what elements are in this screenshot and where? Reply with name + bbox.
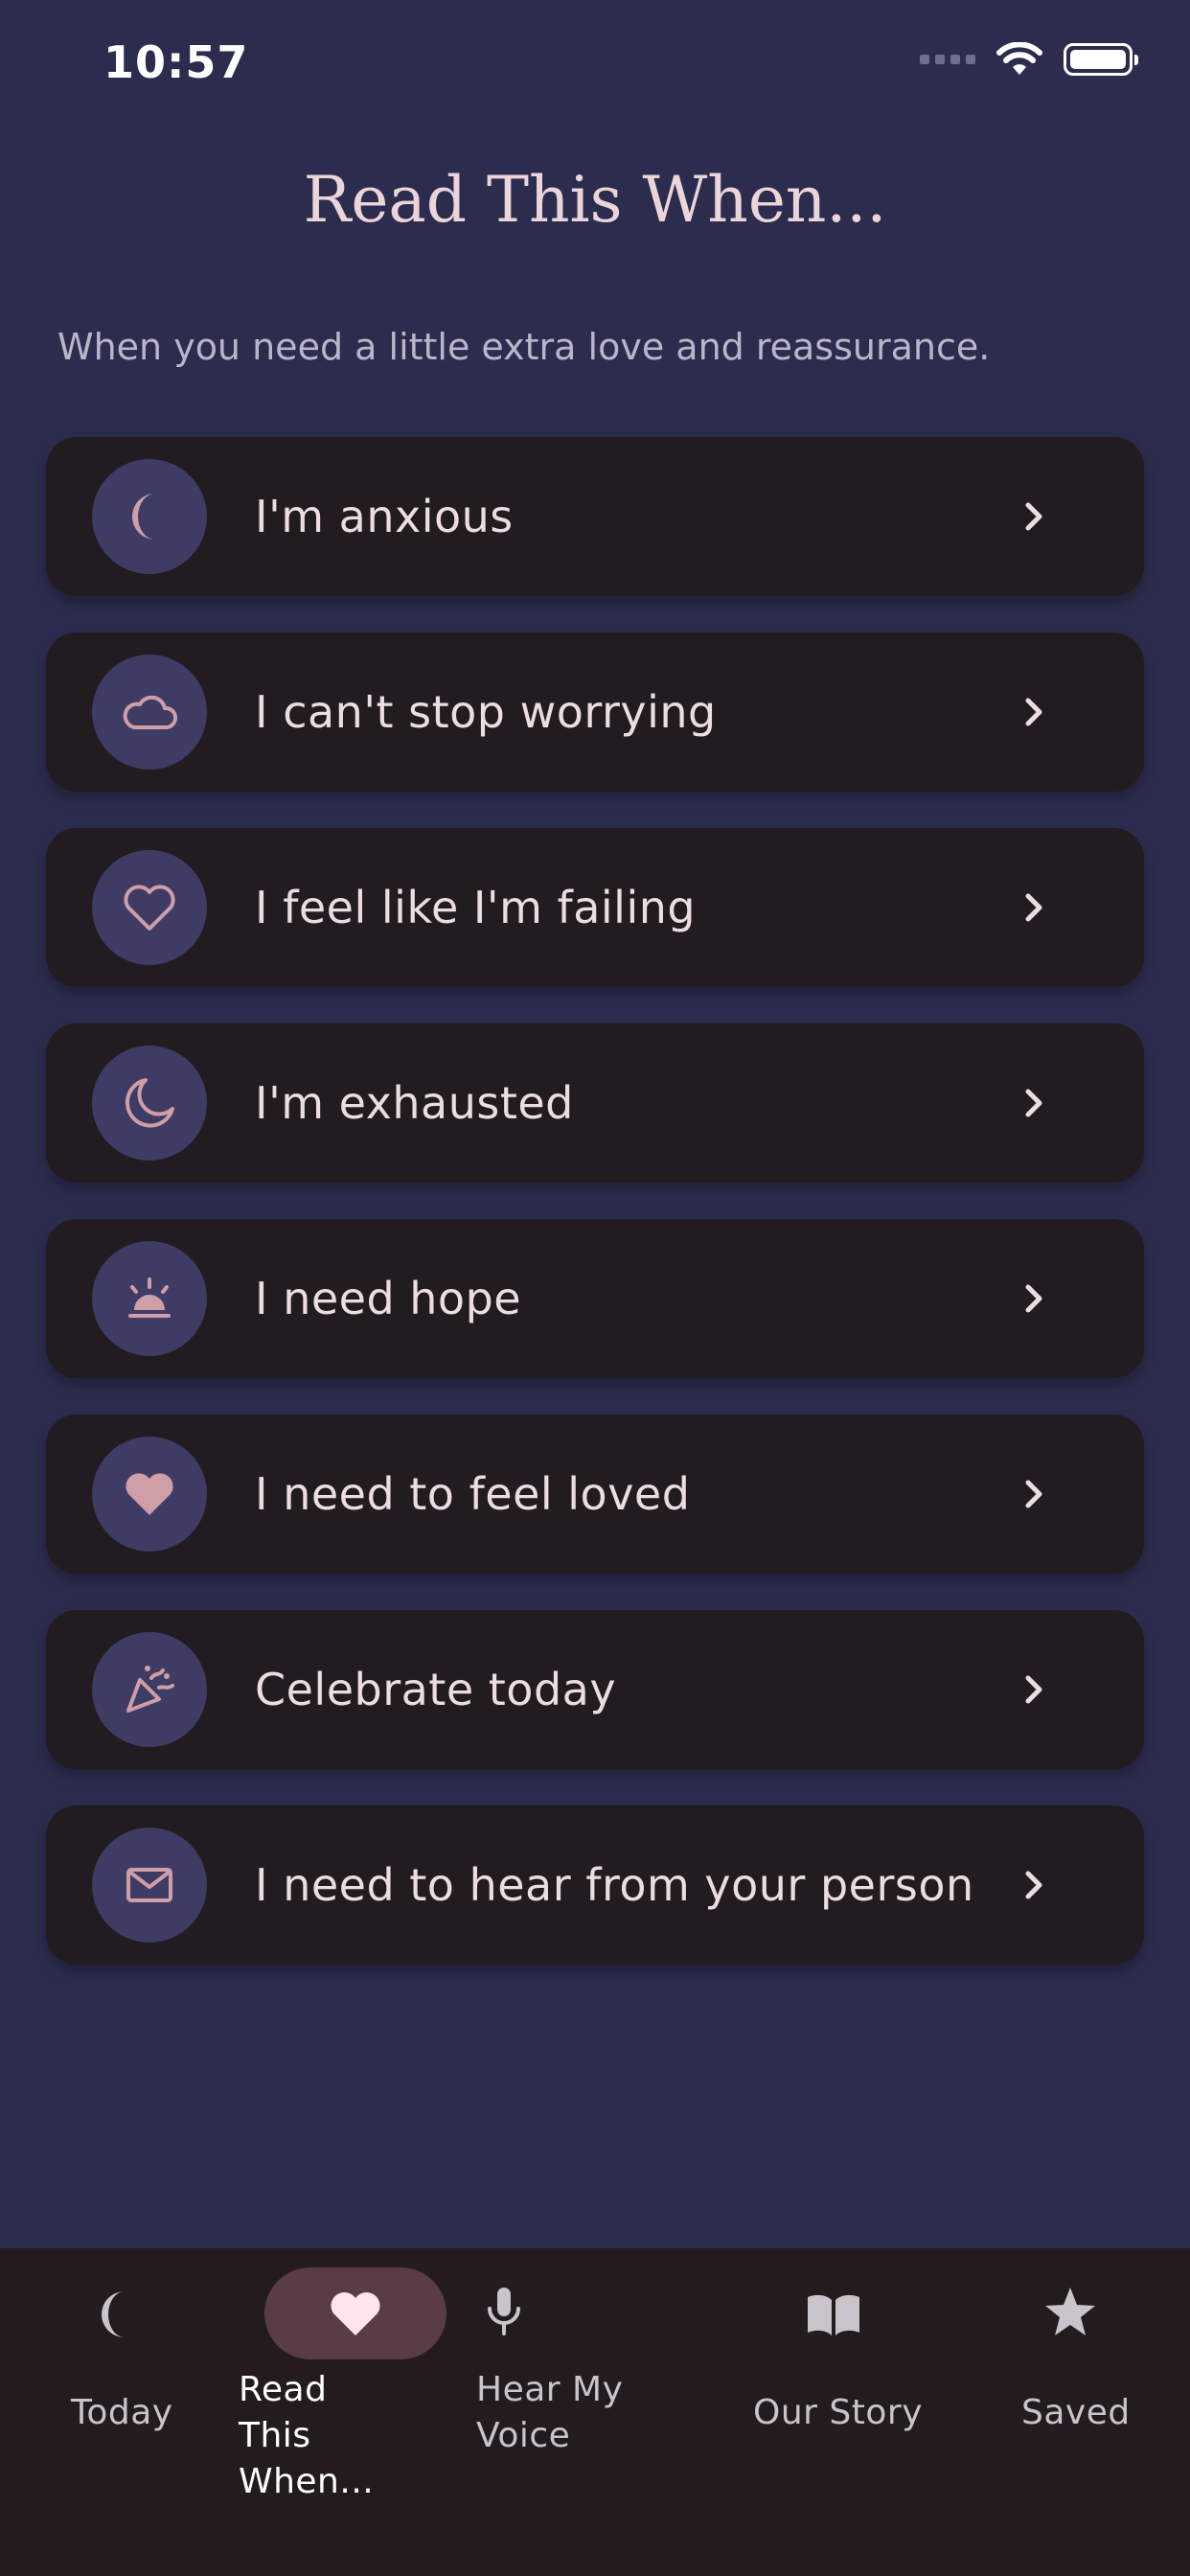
chevron-right-icon [1025,1089,1042,1117]
list-item-exhausted[interactable]: I'm exhausted [46,1024,1144,1183]
item-icon-badge [92,1632,207,1747]
tab-today-label: Today [71,2393,173,2432]
crescent-moon-filled-icon [132,494,155,540]
heart-icon [331,2291,380,2335]
list-item-hope[interactable]: I need hope [46,1219,1144,1378]
microphone-icon [488,2288,520,2335]
tab-saved-label: Saved [1021,2393,1131,2432]
item-icon-badge [92,459,207,574]
prompt-list: I'm anxious I can't stop worrying I feel… [46,437,1144,2001]
item-icon-badge [92,1241,207,1356]
party-popper-icon [126,1666,174,1713]
battery-icon [1064,43,1138,76]
chevron-right-icon [1025,893,1042,922]
item-icon-badge [92,655,207,770]
book-icon [808,2294,859,2335]
item-icon-badge [92,850,207,965]
moon-icon [102,2291,125,2337]
status-bar: 10:57 [0,0,1190,134]
status-icons [920,42,1138,77]
chevron-right-icon [1025,1480,1042,1508]
chevron-right-icon [1025,1284,1042,1313]
star-icon [1045,2288,1095,2335]
page-subtitle: When you need a little extra love and re… [57,326,991,368]
list-item-hear-from-person[interactable]: I need to hear from your person [46,1806,1144,1965]
sunrise-icon [128,1277,171,1318]
cellular-signal-icon [920,55,975,64]
list-item-anxious[interactable]: I'm anxious [46,437,1144,596]
moon-outline-icon [125,1078,174,1128]
envelope-icon [126,1868,172,1902]
list-item-loved[interactable]: I need to feel loved [46,1414,1144,1574]
list-item-failing[interactable]: I feel like I'm failing [46,828,1144,987]
chevron-right-icon [1025,698,1042,726]
tab-hear-my-voice-label: Hear My Voice [476,2370,624,2455]
status-time: 10:57 [103,36,249,88]
tab-today[interactable]: Today [27,2248,209,2497]
chevron-right-icon [1025,1675,1042,1704]
item-icon-badge [92,1437,207,1552]
chevron-right-icon [1025,1871,1042,1899]
page-title: Read This When... [303,163,887,237]
item-icon-badge [92,1046,207,1161]
tab-bar: Today Read This When... Hear My Voice Ou… [0,2248,1190,2576]
wifi-icon [996,42,1042,75]
heart-outline-icon [124,885,175,931]
chevron-right-icon [1025,502,1042,531]
tab-our-story-label: Our Story [753,2393,923,2432]
list-item-worrying[interactable]: I can't stop worrying [46,632,1144,792]
heart-filled-icon [126,1473,173,1515]
cloud-icon [123,695,177,729]
list-item-celebrate[interactable]: Celebrate today [46,1610,1144,1769]
tab-read-this-when-label: Read This When... [239,2370,375,2501]
tab-hear-my-voice[interactable]: Hear My Voice [476,2248,686,2497]
item-icon-badge [92,1828,207,1943]
tab-our-story[interactable]: Our Story [743,2248,925,2497]
tab-saved[interactable]: Saved [979,2248,1161,2497]
